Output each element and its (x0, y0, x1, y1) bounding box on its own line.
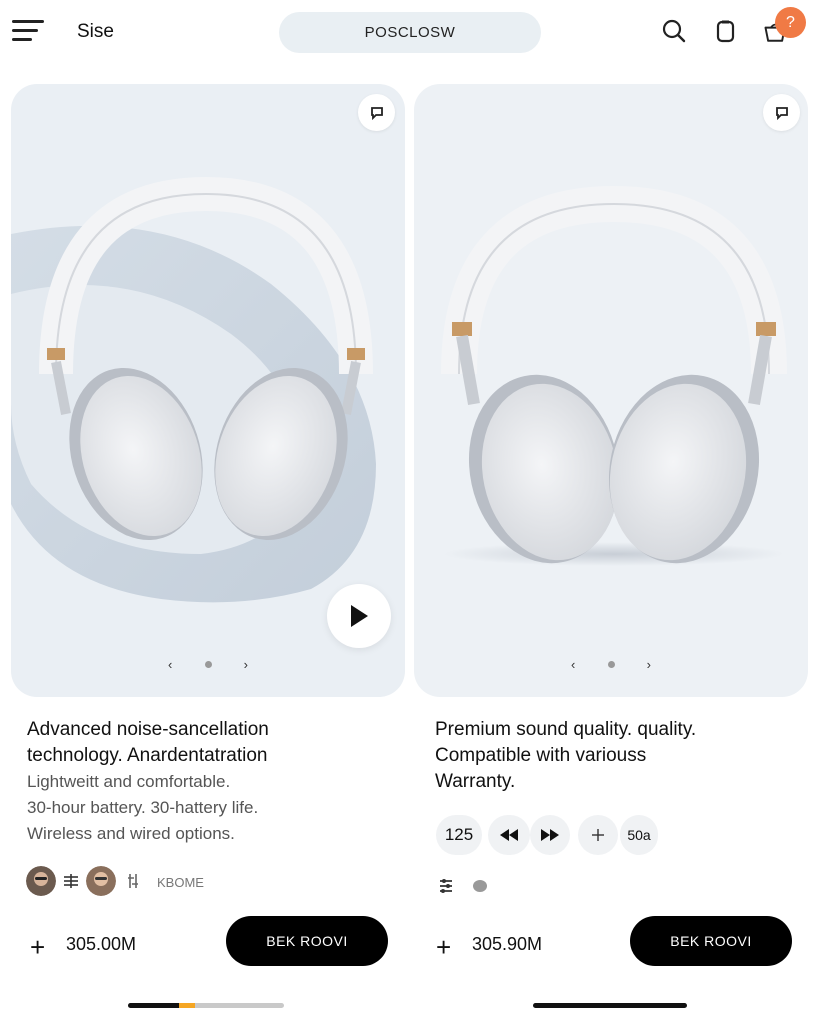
clipboard-icon[interactable] (712, 17, 740, 45)
prev-chevron-icon[interactable]: ‹ (168, 657, 172, 672)
volume-readout[interactable]: 125 (436, 815, 482, 855)
settings-icon[interactable] (437, 877, 455, 895)
progress-marker (179, 1003, 195, 1008)
product-description-1: Advanced noise-sancellation technology. … (27, 717, 397, 847)
carousel-dots-1: ‹ › (168, 657, 248, 672)
carousel-dot[interactable] (607, 660, 615, 668)
home-indicator (533, 1003, 687, 1008)
chat-icon[interactable] (472, 879, 488, 893)
description-line: Warranty. (435, 771, 516, 792)
brand-name: Sise (77, 21, 114, 42)
avatar[interactable] (86, 866, 116, 896)
product-description-2: Premium sound quality. quality. Compatib… (435, 717, 805, 795)
equalizer-icon (64, 874, 78, 888)
buy-button[interactable]: BEK ROOVI (630, 916, 792, 966)
reviewers-label: KBOME (157, 875, 204, 890)
headphones-image-2 (441, 185, 787, 566)
product-card-1[interactable]: ‹ › (11, 84, 405, 697)
price: 305.00M (66, 934, 137, 954)
plus-button[interactable] (578, 815, 618, 855)
description-line: Premium sound quality. quality. (435, 719, 697, 740)
add-icon[interactable]: + (436, 932, 451, 963)
play-button[interactable] (327, 584, 391, 648)
prev-chevron-icon[interactable]: ‹ (571, 657, 575, 672)
progress-track (128, 1003, 284, 1008)
detail-line: Lightweitt and comfortable. (27, 772, 231, 791)
add-icon[interactable]: + (30, 932, 45, 963)
wrench-icon (128, 874, 138, 888)
carousel-dots-2: ‹ › (571, 657, 651, 672)
description-line: Compatible with variouss (435, 745, 647, 766)
detail-line: Wireless and wired options. (27, 824, 235, 843)
rewind-icon (500, 829, 518, 841)
pin-icon[interactable] (763, 94, 800, 131)
next-chevron-icon[interactable]: › (647, 657, 651, 672)
description-line: technology. Anardentatration (27, 745, 268, 766)
avatar[interactable] (26, 866, 56, 896)
price: 305.90M (472, 934, 543, 954)
cart-badge[interactable]: ? (775, 7, 806, 38)
buy-button[interactable]: BEK ROOVI (226, 916, 388, 966)
fast-forward-button[interactable] (530, 815, 570, 855)
plus-icon (592, 829, 604, 841)
menu-icon[interactable] (12, 20, 44, 42)
carousel-dot[interactable] (204, 660, 212, 668)
search-icon[interactable] (660, 17, 688, 45)
detail-line: 30-hour battery. 30-hattery life. (27, 798, 259, 817)
rewind-button[interactable] (488, 815, 530, 855)
product-card-2[interactable]: ‹ › (414, 84, 808, 697)
pin-icon[interactable] (358, 94, 395, 131)
mode-readout[interactable]: 50a (620, 815, 658, 855)
search-field[interactable]: POSCLOSW (279, 12, 541, 53)
description-line: Advanced noise-sancellation (27, 719, 269, 740)
play-icon (351, 605, 368, 627)
next-chevron-icon[interactable]: › (244, 657, 248, 672)
fast-forward-icon (541, 829, 559, 841)
top-bar: Sise POSCLOSW ? (0, 0, 819, 66)
